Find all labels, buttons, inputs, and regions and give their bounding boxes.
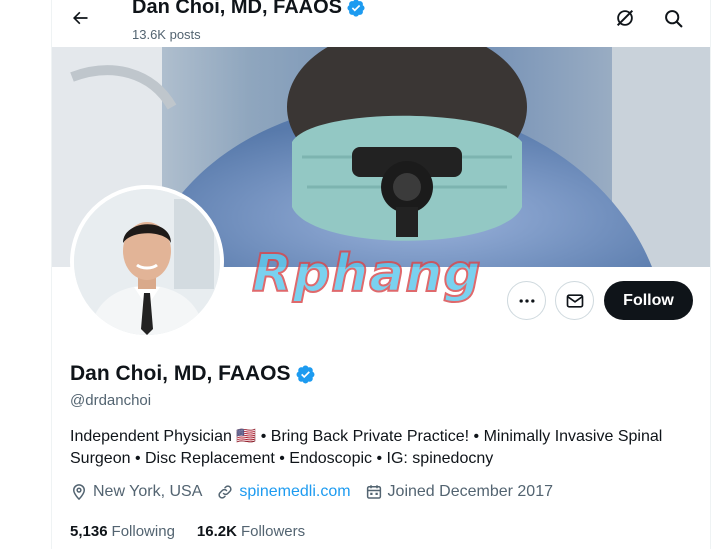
header-title: Dan Choi, MD, FAAOS	[132, 0, 366, 19]
bio-text-start: Independent Physician	[70, 428, 232, 445]
location-icon	[72, 484, 86, 501]
profile-header: Dan Choi, MD, FAAOS 13.6K posts	[52, 0, 710, 47]
profile-bio: Independent Physician 🇺🇸 • Bring Back Pr…	[70, 426, 695, 470]
message-button[interactable]	[555, 281, 594, 320]
column-border-right	[710, 0, 711, 549]
header-name: Dan Choi, MD, FAAOS	[132, 0, 342, 18]
website-link[interactable]: spinemedli.com	[239, 483, 350, 501]
calendar-icon	[366, 485, 381, 499]
grok-icon	[616, 9, 634, 27]
follow-button[interactable]: Follow	[604, 281, 693, 320]
grok-button[interactable]	[608, 1, 642, 35]
more-icon	[519, 298, 534, 303]
following-count: 5,136	[70, 523, 108, 540]
back-arrow-icon	[73, 11, 88, 25]
avatar-image	[74, 189, 220, 335]
mail-icon	[566, 293, 583, 308]
us-flag-emoji: 🇺🇸	[236, 428, 257, 445]
location-text: New York, USA	[93, 483, 203, 500]
joined-text: Joined December 2017	[387, 483, 553, 500]
verified-badge-icon[interactable]	[295, 364, 316, 385]
meta-joined: Joined December 2017	[365, 483, 553, 501]
avatar[interactable]	[70, 185, 224, 339]
follow-stats: 5,136 Following 16.2K Followers	[70, 523, 327, 540]
back-button[interactable]	[62, 0, 98, 36]
search-button[interactable]	[656, 1, 690, 35]
verified-badge-icon	[347, 0, 365, 17]
following-label: Following	[111, 523, 175, 540]
following-link[interactable]: 5,136 Following	[70, 523, 175, 540]
followers-link[interactable]: 16.2K Followers	[197, 523, 305, 540]
meta-location: New York, USA	[70, 483, 202, 501]
search-icon	[664, 9, 682, 27]
followers-count: 16.2K	[196, 523, 237, 540]
profile-handle: @drdanchoi	[70, 392, 152, 409]
profile-name-text: Dan Choi, MD, FAAOS	[70, 362, 291, 385]
followers-label: Followers	[240, 523, 306, 540]
link-icon	[218, 485, 232, 499]
posts-count: 13.6K posts	[132, 27, 201, 42]
profile-meta: New York, USA spinemedli.com Joined Dece…	[70, 483, 567, 501]
profile-name: Dan Choi, MD, FAAOS	[70, 362, 316, 386]
more-button[interactable]	[507, 281, 546, 320]
watermark: Rphang	[251, 243, 482, 305]
meta-website: spinemedli.com	[216, 483, 351, 501]
